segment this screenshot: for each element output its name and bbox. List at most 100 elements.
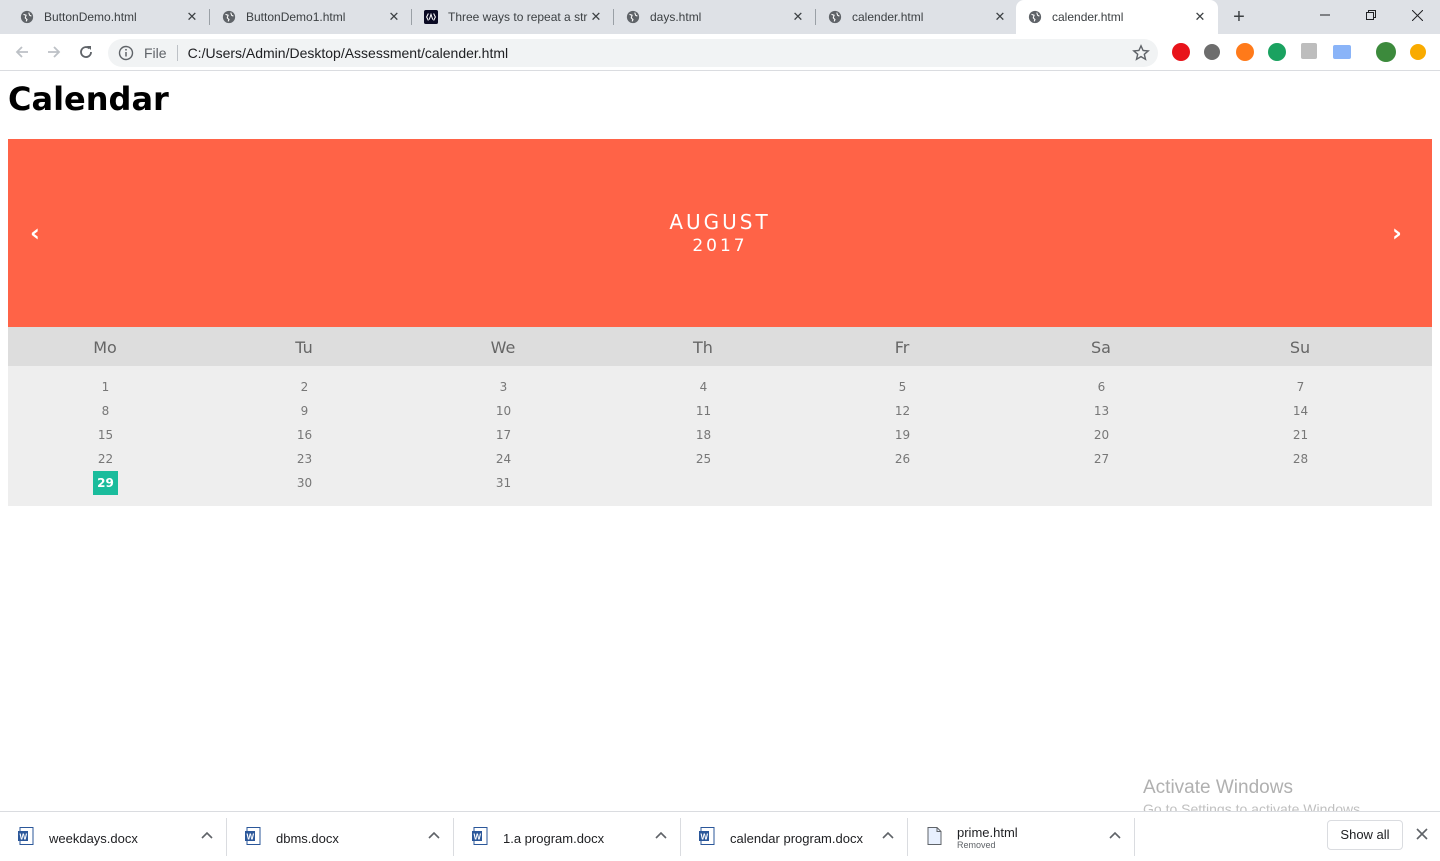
day-cell[interactable]: 28 — [1288, 447, 1313, 471]
tab-buttondemo[interactable]: ButtonDemo.html ✕ — [0, 0, 210, 34]
month-label: AUGUST — [669, 210, 771, 234]
close-tab-icon[interactable]: ✕ — [992, 9, 1008, 25]
download-item-dbms[interactable]: W dbms.docx — [227, 812, 454, 861]
day-cell[interactable]: 20 — [1089, 423, 1114, 447]
url-text[interactable]: C:/Users/Admin/Desktop/Assessment/calend… — [188, 45, 1132, 61]
bookmark-star-icon[interactable] — [1132, 44, 1150, 62]
days-grid: 1 2 3 4 5 6 7 8 9 10 11 12 13 14 15 16 17 18 19 20 21 22 23 24 2… — [8, 366, 1432, 506]
forward-button[interactable] — [42, 40, 66, 64]
day-cell[interactable]: 19 — [890, 423, 915, 447]
omnibox-divider — [176, 45, 178, 61]
close-tab-icon[interactable]: ✕ — [588, 9, 604, 25]
day-cell[interactable]: 22 — [93, 447, 118, 471]
day-cell[interactable]: 31 — [491, 471, 516, 495]
address-bar[interactable]: File C:/Users/Admin/Desktop/Assessment/c… — [108, 39, 1158, 67]
tab-days[interactable]: days.html ✕ — [606, 0, 816, 34]
reload-icon — [80, 46, 92, 58]
chevron-up-icon[interactable] — [654, 828, 668, 842]
close-icon[interactable] — [1414, 826, 1430, 842]
document-extension-icon[interactable] — [1301, 43, 1317, 59]
minimize-icon — [1320, 14, 1330, 16]
tab-three-ways[interactable]: Three ways to repeat a str ✕ — [404, 0, 614, 34]
day-cell[interactable]: 18 — [691, 423, 716, 447]
tab-calender[interactable]: calender.html ✕ — [808, 0, 1018, 34]
flash-extension-icon[interactable] — [1236, 43, 1254, 61]
day-cell[interactable]: 16 — [292, 423, 317, 447]
day-cell[interactable]: 4 — [691, 375, 716, 399]
day-cell[interactable]: 14 — [1288, 399, 1313, 423]
close-tab-icon[interactable]: ✕ — [184, 9, 200, 25]
download-item-prime[interactable]: prime.html Removed — [908, 812, 1135, 861]
globe-icon — [20, 10, 34, 24]
day-cell[interactable]: 15 — [93, 423, 118, 447]
chevron-up-icon[interactable] — [427, 828, 441, 842]
arrow-left-icon — [15, 46, 28, 58]
minimize-button[interactable] — [1302, 0, 1348, 30]
svg-text:W: W — [474, 833, 482, 842]
update-alert-icon[interactable] — [1410, 44, 1426, 60]
arrow-right-icon — [48, 46, 61, 58]
day-cell[interactable]: 25 — [691, 447, 716, 471]
day-cell[interactable]: 10 — [491, 399, 516, 423]
word-doc-icon: W — [699, 827, 715, 845]
day-cell[interactable]: 30 — [292, 471, 317, 495]
close-tab-icon[interactable]: ✕ — [790, 9, 806, 25]
day-cell[interactable]: 21 — [1288, 423, 1313, 447]
download-item-1a-program[interactable]: W 1.a program.docx — [454, 812, 681, 861]
day-cell[interactable]: 1 — [93, 375, 118, 399]
adblock-extension-icon[interactable] — [1172, 43, 1190, 61]
day-cell[interactable]: 9 — [292, 399, 317, 423]
day-cell-today[interactable]: 29 — [93, 471, 118, 495]
back-button[interactable] — [10, 40, 34, 64]
day-cell[interactable]: 3 — [491, 375, 516, 399]
download-filename: dbms.docx — [276, 831, 339, 846]
tab-buttondemo1[interactable]: ButtonDemo1.html ✕ — [202, 0, 412, 34]
file-icon — [927, 827, 942, 845]
day-cell[interactable]: 5 — [890, 375, 915, 399]
download-divider — [1134, 818, 1135, 856]
tab-label: days.html — [650, 10, 702, 24]
download-item-calendar-program[interactable]: W calendar program.docx — [681, 812, 908, 861]
close-tab-icon[interactable]: ✕ — [1192, 9, 1208, 25]
tab-label: Three ways to repeat a str — [448, 10, 588, 24]
new-tab-button[interactable]: + — [1228, 6, 1250, 28]
day-cell[interactable]: 27 — [1089, 447, 1114, 471]
extension-icon[interactable] — [1204, 44, 1220, 60]
tab-label: ButtonDemo.html — [44, 10, 137, 24]
reload-button[interactable] — [74, 40, 98, 64]
weekday-label: Fr — [894, 338, 910, 357]
globe-icon — [222, 10, 236, 24]
image-extension-icon[interactable] — [1333, 45, 1351, 59]
day-cell[interactable]: 13 — [1089, 399, 1114, 423]
close-tab-icon[interactable]: ✕ — [386, 9, 402, 25]
chevron-up-icon[interactable] — [1108, 828, 1122, 842]
download-filename: calendar program.docx — [730, 831, 863, 846]
tab-calender-active[interactable]: calender.html ✕ — [1016, 0, 1218, 34]
profile-avatar[interactable] — [1376, 42, 1396, 62]
downloads-shelf: W weekdays.docx W dbms.docx W 1.a progra… — [0, 811, 1440, 860]
activation-watermark-title: Activate Windows — [1143, 777, 1293, 798]
day-cell[interactable]: 17 — [491, 423, 516, 447]
day-cell[interactable]: 11 — [691, 399, 716, 423]
download-item-weekdays[interactable]: W weekdays.docx — [0, 812, 227, 861]
chevron-up-icon[interactable] — [200, 828, 214, 842]
day-cell[interactable]: 7 — [1288, 375, 1313, 399]
shopping-extension-icon[interactable] — [1268, 43, 1286, 61]
site-logo-icon — [424, 10, 438, 24]
day-cell[interactable]: 23 — [292, 447, 317, 471]
chevron-up-icon[interactable] — [881, 828, 895, 842]
day-cell[interactable]: 8 — [93, 399, 118, 423]
day-cell[interactable]: 24 — [491, 447, 516, 471]
tab-strip: ButtonDemo.html ✕ ButtonDemo1.html ✕ Thr… — [0, 0, 1440, 34]
show-all-button[interactable]: Show all — [1327, 820, 1403, 850]
weekday-label: Tu — [295, 338, 313, 357]
close-window-button[interactable] — [1394, 0, 1440, 30]
restore-button[interactable] — [1348, 0, 1394, 30]
day-cell[interactable]: 2 — [292, 375, 317, 399]
day-cell[interactable]: 12 — [890, 399, 915, 423]
globe-icon — [626, 10, 640, 24]
info-icon[interactable] — [118, 45, 134, 61]
day-cell[interactable]: 26 — [890, 447, 915, 471]
page-title: Calendar — [8, 80, 169, 118]
day-cell[interactable]: 6 — [1089, 375, 1114, 399]
